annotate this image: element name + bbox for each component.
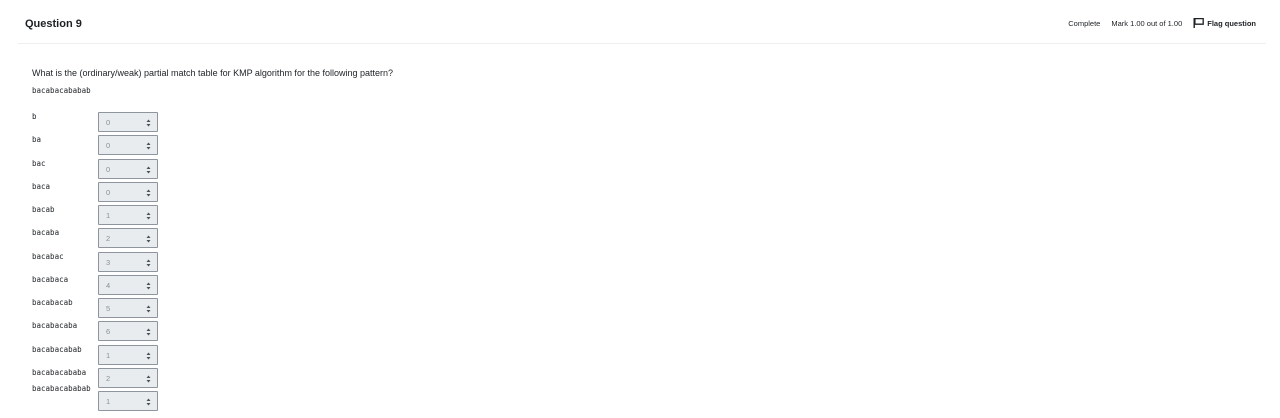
answer-row-label: bacaba — [32, 228, 60, 238]
answer-select[interactable]: 0 — [98, 112, 158, 132]
answer-select-value: 6 — [106, 327, 111, 337]
answer-row: bacab 1 — [0, 205, 200, 228]
answer-row: bacabacaba 6 — [0, 321, 200, 344]
answer-select-value: 4 — [106, 280, 111, 290]
answer-row: bacabacabab 1 — [0, 344, 200, 368]
question-grade: Mark 1.00 out of 1.00 — [1111, 18, 1183, 28]
answer-select[interactable]: 4 — [98, 274, 158, 295]
answer-row: bacabac 3 — [0, 251, 200, 275]
sort-arrows-icon — [146, 142, 151, 150]
answer-select[interactable]: 1 — [98, 391, 158, 411]
answer-select-value: 5 — [106, 304, 111, 313]
answer-row-label: ba — [32, 135, 42, 145]
answer-select[interactable]: 0 — [98, 181, 158, 202]
answer-select-value: 0 — [106, 141, 111, 151]
answer-row: baca 0 — [0, 181, 200, 205]
answer-row: b0 — [0, 112, 200, 135]
sort-arrows-icon — [146, 282, 151, 290]
answer-row-label: bacabaca — [32, 274, 69, 284]
sort-arrows-icon — [146, 352, 151, 359]
sort-arrows-icon — [146, 398, 151, 406]
answer-row-label: bacab — [32, 205, 55, 214]
answer-select-value: 2 — [106, 234, 111, 244]
question-state: Complete — [1068, 18, 1101, 28]
answer-select[interactable]: 3 — [98, 251, 158, 272]
flag-question-label: Flag question — [1207, 18, 1256, 28]
answer-row-label: b — [32, 112, 37, 121]
answer-select-value: 1 — [106, 211, 111, 220]
answer-row: bacabacababab 1 — [0, 384, 200, 414]
answer-select[interactable]: 2 — [98, 367, 158, 388]
answer-row-label: baca — [32, 181, 51, 191]
answer-row-label: bacabacabab — [32, 344, 82, 354]
answer-select[interactable]: 6 — [98, 321, 158, 342]
question-info: Complete Mark 1.00 out of 1.00 Flag ques… — [1068, 18, 1256, 28]
answer-row-label: bac — [32, 158, 46, 168]
answer-select-value: 0 — [106, 118, 111, 127]
flag-question-button[interactable]: Flag question — [1193, 18, 1256, 28]
sort-arrows-icon — [146, 305, 151, 313]
answer-select[interactable]: 0 — [98, 158, 158, 179]
answer-row-label: bacabacab — [32, 298, 73, 307]
question-block: Question 9 Complete Mark 1.00 out of 1.0… — [0, 0, 1280, 418]
sort-arrows-icon — [146, 189, 151, 197]
question-header: Question 9 Complete Mark 1.00 out of 1.0… — [18, 0, 1266, 44]
answer-row-label: bacabacababab — [32, 384, 91, 393]
answer-select-value: 0 — [106, 164, 111, 174]
answer-select[interactable]: 2 — [98, 228, 158, 249]
flag-icon — [1193, 18, 1205, 28]
answer-row: ba 0 — [0, 135, 200, 158]
answer-select-value: 1 — [106, 397, 111, 406]
answer-select-value: 2 — [106, 373, 111, 383]
question-title: Question 9 — [25, 18, 82, 30]
answer-select-value: 3 — [106, 257, 111, 267]
answer-row: bac 0 — [0, 158, 200, 182]
sort-arrows-icon — [146, 212, 151, 220]
answer-row: bacabaca 4 — [0, 274, 200, 298]
answer-select-value: 0 — [106, 187, 111, 197]
sort-arrows-icon — [146, 375, 151, 383]
sort-arrows-icon — [146, 166, 151, 173]
answer-row: bacaba 2 — [0, 228, 200, 251]
answer-select[interactable]: 0 — [98, 135, 158, 156]
sort-arrows-icon — [146, 235, 151, 243]
sort-arrows-icon — [146, 328, 151, 336]
question-text: What is the (ordinary/weak) partial matc… — [32, 68, 393, 78]
answer-row-label: bacabacababa — [32, 367, 87, 377]
answer-select[interactable]: 1 — [98, 344, 158, 365]
answer-select[interactable]: 1 — [98, 205, 158, 225]
answer-row: bacabacab 5 — [0, 298, 200, 321]
answer-row-label: bacabac — [32, 251, 64, 261]
answer-select[interactable]: 5 — [98, 298, 158, 318]
sort-arrows-icon — [146, 259, 151, 266]
question-pattern: bacabacababab — [32, 86, 91, 95]
answer-row: bacabacababa 2 — [0, 367, 200, 391]
answer-select-value: 1 — [106, 350, 111, 360]
answer-row-label: bacabacaba — [32, 321, 78, 331]
sort-arrows-icon — [146, 119, 151, 127]
